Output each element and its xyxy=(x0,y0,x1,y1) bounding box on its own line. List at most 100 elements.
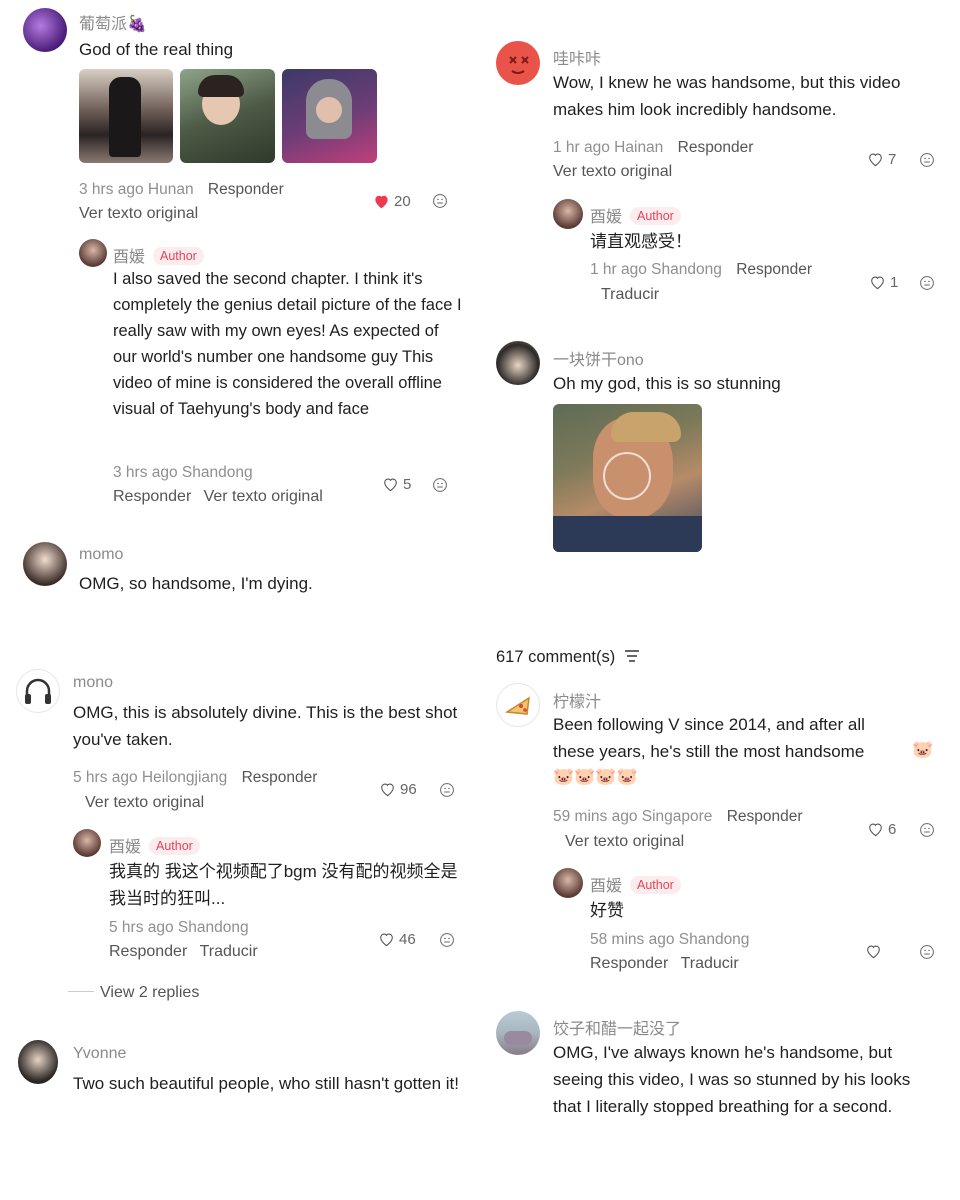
reply-time: 58 mins ago Shandong xyxy=(590,931,750,948)
username[interactable]: 酉媛 xyxy=(590,209,622,226)
emoji-icon[interactable] xyxy=(439,782,455,798)
comment-text: OMG, so handsome, I'm dying. xyxy=(79,574,313,593)
divider xyxy=(68,991,94,992)
pig-emoji: 🐷 xyxy=(616,767,638,786)
username[interactable]: Yvonne xyxy=(73,1045,126,1063)
comment-count-bar[interactable]: 617 comment(s) xyxy=(496,648,640,667)
translate-link[interactable]: Ver texto original xyxy=(553,163,672,181)
like-count: 5 xyxy=(403,476,412,493)
pig-emoji: 🐷 xyxy=(553,767,575,786)
comment-image[interactable] xyxy=(553,404,702,552)
username[interactable]: 柠檬汁 xyxy=(553,688,601,712)
avatar[interactable] xyxy=(23,542,67,586)
username[interactable]: momo xyxy=(79,546,123,564)
emoji-icon[interactable] xyxy=(919,944,935,960)
translate-link[interactable]: Traducir xyxy=(681,955,739,972)
reply-text: I also saved the second chapter. I think… xyxy=(113,270,462,418)
avatar-doodle xyxy=(509,56,529,74)
comment-text: Been following V since 2014, and after a… xyxy=(553,715,865,761)
like-button[interactable]: 6 xyxy=(867,821,896,838)
reply-button[interactable]: Responder xyxy=(208,181,284,198)
avatar[interactable] xyxy=(73,829,101,857)
avatar[interactable] xyxy=(16,669,60,713)
heart-filled-icon xyxy=(375,195,388,209)
reply-time: 1 hr ago Shandong xyxy=(590,261,722,278)
comment-meta: 59 mins ago Singapore Responder xyxy=(553,808,803,826)
reply-username[interactable]: 酉媛 Author xyxy=(590,203,681,227)
comment-image[interactable] xyxy=(79,69,173,163)
author-badge: Author xyxy=(630,207,681,225)
reply-button[interactable]: Responder xyxy=(113,488,191,505)
sort-icon[interactable] xyxy=(624,649,640,663)
pig-emoji: 🐷 xyxy=(912,740,934,759)
reply-username[interactable]: 酉媛 Author xyxy=(113,243,204,267)
emoji-icon[interactable] xyxy=(432,193,448,209)
emoji-icon[interactable] xyxy=(432,477,448,493)
username[interactable]: 一块饼干ono xyxy=(553,346,644,370)
comment-time: 59 mins ago Singapore xyxy=(553,808,713,825)
like-count: 7 xyxy=(888,151,897,168)
view-replies-link[interactable]: View 2 replies xyxy=(68,984,199,1002)
translate-link[interactable]: Ver texto original xyxy=(85,794,204,812)
emoji-icon[interactable] xyxy=(919,275,935,291)
avatar[interactable] xyxy=(553,199,583,229)
reply-username[interactable]: 酉媛 Author xyxy=(109,833,200,857)
reply-text: 请直观感受！ xyxy=(590,232,692,251)
like-button[interactable]: 7 xyxy=(867,151,896,168)
translate-link[interactable]: Traducir xyxy=(601,286,659,304)
comment-image[interactable] xyxy=(282,69,377,163)
emoji-icon[interactable] xyxy=(919,822,935,838)
emoji-icon[interactable] xyxy=(439,932,455,948)
reply-button[interactable]: Responder xyxy=(736,261,812,278)
reply-button[interactable]: Responder xyxy=(678,139,754,156)
avatar[interactable] xyxy=(553,868,583,898)
comment-text: Oh my god, this is so stunning xyxy=(553,374,781,393)
like-button[interactable]: 20 xyxy=(373,193,411,210)
avatar[interactable] xyxy=(23,8,67,52)
comment-time: 1 hr ago Hainan xyxy=(553,139,664,156)
view-replies-label[interactable]: View 2 replies xyxy=(100,984,199,1001)
author-badge: Author xyxy=(153,247,204,265)
comment-text: OMG, this is absolutely divine. This is … xyxy=(73,703,458,749)
comment-image[interactable] xyxy=(180,69,275,163)
reply-button[interactable]: Responder xyxy=(109,943,187,960)
avatar[interactable] xyxy=(496,1011,540,1055)
emoji-row: 🐷🐷🐷🐷 xyxy=(553,766,638,788)
username[interactable]: 酉媛 xyxy=(109,839,141,856)
like-count: 1 xyxy=(890,274,899,291)
like-button[interactable]: 5 xyxy=(382,476,411,493)
like-button[interactable]: 1 xyxy=(869,274,898,291)
username[interactable]: 酉媛 xyxy=(590,878,622,895)
username[interactable]: 葡萄派🍇 xyxy=(79,10,147,34)
avatar[interactable] xyxy=(18,1040,58,1084)
pig-emoji: 🐷 xyxy=(574,767,596,786)
reply-button[interactable]: Responder xyxy=(590,955,668,972)
username[interactable]: 哇咔咔 xyxy=(553,45,601,69)
comment-text: OMG, I've always known he's handsome, bu… xyxy=(553,1043,911,1116)
translate-link[interactable]: Traducir xyxy=(200,943,258,960)
heart-icon[interactable] xyxy=(865,944,882,959)
comment-time: 3 hrs ago Hunan xyxy=(79,181,194,198)
like-button[interactable]: 46 xyxy=(378,931,416,948)
reply-button[interactable]: Responder xyxy=(242,769,318,786)
emoji-icon[interactable] xyxy=(919,152,935,168)
reply-username[interactable]: 酉媛 Author xyxy=(590,872,681,896)
translate-link[interactable]: Ver texto original xyxy=(565,833,684,851)
username[interactable]: 酉媛 xyxy=(113,249,145,266)
username[interactable]: 饺子和醋一起没了 xyxy=(553,1015,681,1039)
translate-link[interactable]: Ver texto original xyxy=(79,205,198,223)
avatar[interactable] xyxy=(496,41,540,85)
heart-icon xyxy=(869,153,882,167)
translate-link[interactable]: Ver texto original xyxy=(204,488,323,505)
reply-button[interactable]: Responder xyxy=(727,808,803,825)
reply-text: 我真的 我这个视频配了bgm 没有配的视频全是我当时的狂叫... xyxy=(109,862,458,908)
like-button[interactable]: 96 xyxy=(379,781,417,798)
reply-time: 5 hrs ago Shandong xyxy=(109,919,249,936)
avatar[interactable] xyxy=(496,341,540,385)
comment-meta: 1 hr ago Shandong Responder xyxy=(590,261,812,279)
avatar[interactable] xyxy=(496,683,540,727)
username[interactable]: mono xyxy=(73,674,113,692)
avatar[interactable] xyxy=(79,239,107,267)
like-count: 96 xyxy=(400,781,417,798)
comment-count: 617 comment(s) xyxy=(496,648,616,666)
